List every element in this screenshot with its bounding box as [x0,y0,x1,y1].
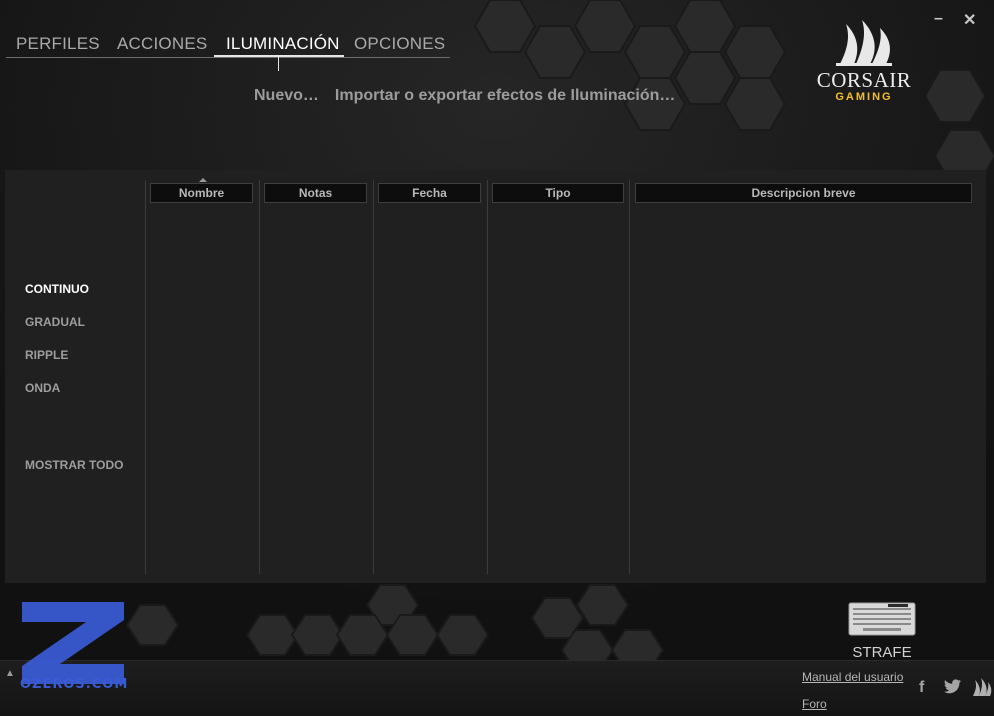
active-tab-indicator [214,55,344,57]
column-separator [629,180,630,574]
watermark-text: OZEROS.COM [20,677,129,692]
facebook-icon[interactable]: f [919,679,924,697]
keyboard-icon [848,602,916,636]
column-header-fecha[interactable]: Fecha [378,183,481,203]
twitter-icon[interactable] [944,679,962,695]
column-header-descripcion[interactable]: Descripcion breve [635,183,972,203]
close-button[interactable]: ✕ [963,10,976,30]
column-separator [259,180,260,574]
column-header-notas[interactable]: Notas [264,183,367,203]
sidebar-item-mostrar-todo[interactable]: MOSTRAR TODO [25,458,123,472]
footer-bar: Manual del usuario Foro f [0,660,994,716]
column-separator [373,180,374,574]
brand-name: CORSAIR [816,68,912,92]
device-keyboard-button[interactable] [848,602,916,641]
tab-perfiles[interactable]: PERFILES [16,34,100,54]
tab-opciones[interactable]: OPCIONES [354,34,445,54]
column-separator [145,180,146,574]
column-header-tipo[interactable]: Tipo [492,183,624,203]
new-effect-button[interactable]: Nuevo… [254,87,319,104]
tab-iluminacion[interactable]: ILUMINACIÓN [226,34,340,54]
lighting-actions: Nuevo… Importar o exportar efectos de Ilu… [254,87,675,107]
sidebar-item-gradual[interactable]: GRADUAL [25,315,85,329]
column-header-nombre[interactable]: Nombre [150,183,253,203]
user-manual-link[interactable]: Manual del usuario [802,670,903,684]
scroll-up-icon[interactable]: ▲ [5,668,15,679]
sidebar-item-onda[interactable]: ONDA [25,381,60,395]
forum-link[interactable]: Foro [802,697,827,711]
corsair-sails-icon [836,20,892,66]
effects-panel: Nombre Notas Fecha Tipo Descripcion brev… [5,170,986,583]
sidebar-item-ripple[interactable]: RIPPLE [25,348,68,362]
brand-sub: GAMING [835,91,893,103]
device-name: STRAFE [852,644,912,661]
import-export-button[interactable]: Importar o exportar efectos de Iluminaci… [335,87,676,104]
sort-ascending-icon [199,178,207,182]
minimize-button[interactable]: – [934,10,943,28]
corsair-sails-icon[interactable] [971,677,993,697]
sidebar-item-continuo[interactable]: CONTINUO [25,282,89,296]
tab-acciones[interactable]: ACCIONES [117,34,207,54]
column-separator [487,180,488,574]
corsair-logo: CORSAIR GAMING [808,18,920,104]
active-tab-caret [278,57,279,71]
main-nav: PERFILES ACCIONES ILUMINACIÓN OPCIONES [6,26,450,71]
